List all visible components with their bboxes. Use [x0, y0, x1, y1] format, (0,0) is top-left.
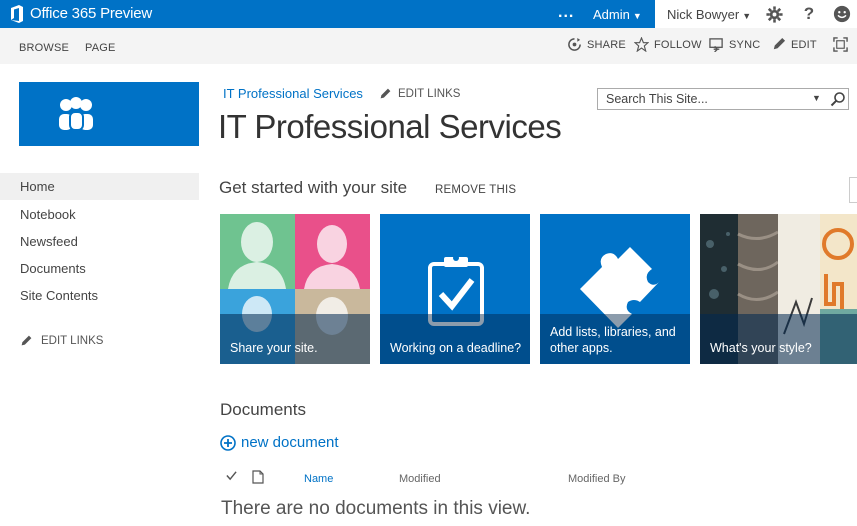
suite-right-icons: ?: [755, 0, 857, 28]
people-group-icon: [59, 97, 93, 131]
tile-deadline[interactable]: Working on a deadline?: [380, 214, 530, 364]
column-header-name[interactable]: Name: [304, 473, 333, 485]
tile-caption-text: What's your style?: [710, 341, 812, 355]
tile-caption: Working on a deadline?: [380, 314, 530, 364]
edit-links-top-button[interactable]: EDIT LINKS: [379, 87, 460, 100]
tile-style[interactable]: What's your style?: [700, 214, 857, 364]
nav-item-site-contents[interactable]: Site Contents: [0, 282, 199, 309]
tab-browse[interactable]: BROWSE: [19, 42, 69, 54]
edit-links-left-button[interactable]: EDIT LINKS: [20, 334, 103, 347]
tile-caption-text: Share your site.: [230, 341, 318, 355]
edit-label: EDIT: [791, 38, 817, 51]
settings-gear-icon[interactable]: [764, 4, 784, 24]
share-button[interactable]: SHARE: [567, 37, 626, 52]
get-started-title: Get started with your site: [219, 178, 408, 197]
tile-add-apps[interactable]: Add lists, libraries, and other apps.: [540, 214, 690, 364]
tile-caption-text: Add lists, libraries, and other apps.: [550, 325, 676, 355]
tile-share-site[interactable]: Share your site.: [220, 214, 370, 364]
tab-page[interactable]: PAGE: [85, 42, 116, 54]
admin-label: Admin: [593, 7, 630, 22]
more-apps-button[interactable]: ...: [558, 4, 574, 22]
share-icon: [568, 37, 581, 51]
sync-button[interactable]: SYNC: [709, 37, 760, 52]
tile-caption: Add lists, libraries, and other apps.: [540, 314, 690, 364]
site-logo[interactable]: [19, 82, 199, 146]
pencil-icon: [773, 37, 786, 50]
nav-item-home[interactable]: Home: [0, 173, 199, 200]
tile-caption: What's your style?: [700, 314, 857, 364]
ribbon: BROWSE PAGE SHARE FOLLOW SYNC EDIT: [0, 28, 857, 64]
sync-label: SYNC: [729, 38, 761, 51]
user-menu[interactable]: Nick Bowyer ▼: [655, 0, 755, 28]
tile-caption: Share your site.: [220, 314, 370, 364]
column-header-modified-by[interactable]: Modified By: [568, 473, 625, 485]
document-type-icon: [252, 470, 264, 484]
fullscreen-icon: [833, 37, 848, 52]
user-name: Nick Bowyer: [667, 7, 740, 22]
nav-item-documents[interactable]: Documents: [0, 255, 199, 282]
share-label: SHARE: [587, 38, 626, 51]
tile-caption-text: Working on a deadline?: [390, 341, 522, 355]
admin-menu[interactable]: Admin ▼: [593, 7, 642, 22]
nav-item-newsfeed[interactable]: Newsfeed: [0, 228, 199, 255]
help-icon[interactable]: ?: [799, 4, 819, 24]
page-title: IT Professional Services: [218, 108, 562, 145]
search-scope-chevron-icon[interactable]: ▼: [812, 93, 821, 103]
pencil-icon: [21, 335, 32, 346]
add-circle-icon: [220, 434, 236, 451]
sync-icon: [709, 38, 723, 52]
column-header-modified[interactable]: Modified: [399, 473, 441, 485]
search-input[interactable]: [598, 89, 808, 109]
carousel-next-button[interactable]: [849, 177, 857, 203]
chevron-down-icon: ▼: [742, 11, 752, 21]
follow-button[interactable]: FOLLOW: [634, 37, 702, 52]
edit-links-top-label: EDIT LINKS: [398, 87, 461, 100]
pencil-icon: [380, 88, 391, 99]
new-document-label: new document: [241, 434, 339, 451]
search-icon[interactable]: [830, 91, 846, 107]
office-logo-icon[interactable]: [10, 5, 24, 23]
new-document-button[interactable]: new document: [220, 434, 339, 451]
documents-webpart-title[interactable]: Documents: [220, 400, 306, 420]
follow-label: FOLLOW: [654, 38, 702, 51]
empty-list-message: There are no documents in this view.: [221, 498, 531, 519]
top-nav-site-link[interactable]: IT Professional Services: [223, 86, 363, 101]
edit-links-left-label: EDIT LINKS: [41, 334, 104, 347]
suite-title[interactable]: Office 365 Preview: [30, 5, 152, 22]
suite-bar: Office 365 Preview ... Admin ▼ Nick Bowye…: [0, 0, 857, 28]
remove-this-button[interactable]: REMOVE THIS: [435, 184, 516, 196]
select-all-check-icon[interactable]: [226, 470, 237, 481]
search-box: ▼: [597, 88, 849, 110]
edit-button[interactable]: EDIT: [771, 37, 817, 52]
star-icon: [634, 37, 649, 52]
nav-item-notebook[interactable]: Notebook: [0, 201, 199, 228]
chevron-down-icon: ▼: [632, 11, 642, 21]
profile-smiley-icon[interactable]: [832, 4, 852, 24]
focus-content-button[interactable]: [833, 37, 848, 52]
